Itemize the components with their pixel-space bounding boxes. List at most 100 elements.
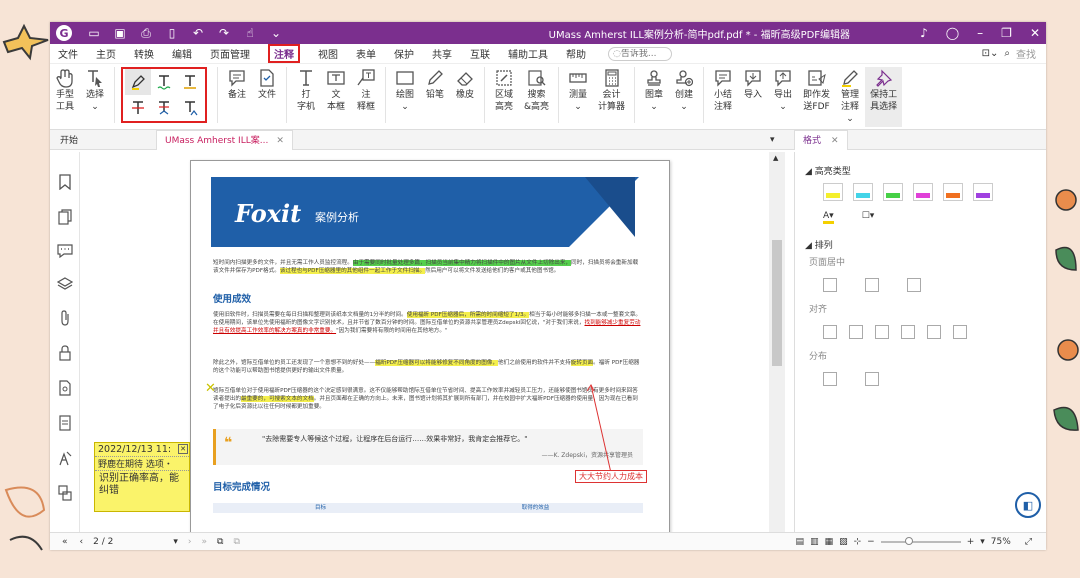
menu-edit[interactable]: 编辑	[172, 46, 192, 61]
align-top-icon[interactable]	[901, 325, 915, 339]
close-note-icon[interactable]: ✕	[178, 444, 188, 454]
tab-list-chevron-icon[interactable]: ▾	[770, 135, 775, 145]
orange-swatch[interactable]	[943, 183, 963, 201]
search-icon[interactable]: ⌕	[1004, 48, 1010, 59]
comments-panel-icon[interactable]	[56, 244, 73, 261]
close-button[interactable]: ✕	[1030, 26, 1040, 40]
menu-help[interactable]: 帮助	[566, 46, 586, 61]
bell-icon[interactable]: ♪	[920, 26, 928, 40]
menu-home[interactable]: 主页	[96, 46, 116, 61]
sticky-note-popup[interactable]: 2022/12/13 11: ✕ 野鹿在期待 选项・ 识别正确率高，能纠错	[94, 442, 190, 512]
find-label[interactable]: 查找	[1016, 46, 1036, 61]
menu-protect[interactable]: 保护	[394, 46, 414, 61]
scroll-up-icon[interactable]: ▲	[773, 154, 778, 162]
zoom-slider-knob[interactable]	[904, 536, 913, 545]
attachments-icon[interactable]	[58, 310, 72, 329]
destination-panel-icon[interactable]	[58, 450, 72, 469]
purple-swatch[interactable]	[973, 183, 993, 201]
measure-button[interactable]: 测量 ⌄	[563, 67, 593, 113]
tab-document[interactable]: UMass Amherst ILL案... ✕	[156, 129, 293, 150]
bookmark-icon[interactable]	[58, 174, 72, 193]
menu-accessibility[interactable]: 辅助工具	[508, 46, 548, 61]
yellow-highlight[interactable]: 旋转页面	[570, 360, 594, 366]
summarize-comments-button[interactable]: 小结 注释	[708, 67, 738, 113]
menu-file[interactable]: 文件	[58, 46, 78, 61]
continuous-facing-icon[interactable]: ▧	[839, 537, 848, 547]
export-comments-button[interactable]: 导出 ⌄	[768, 67, 798, 113]
insert-text-icon[interactable]	[177, 95, 203, 121]
area-highlight-button[interactable]: 区域 高亮	[489, 67, 519, 113]
fullscreen-icon[interactable]: ⤢	[1025, 537, 1032, 547]
menu-comment[interactable]: 注释	[268, 44, 300, 63]
import-comments-button[interactable]: 导入	[738, 67, 768, 101]
zoom-in-icon[interactable]: +	[967, 537, 975, 547]
section-collapse-icon[interactable]: ◢	[805, 241, 812, 251]
continuous-page-icon[interactable]: ▥	[810, 537, 819, 547]
menu-connect[interactable]: 互联	[470, 46, 490, 61]
prev-page-icon[interactable]: ‹	[80, 537, 84, 547]
note-button[interactable]: 备注	[222, 67, 252, 101]
squiggly-underline-icon[interactable]	[151, 69, 177, 95]
save-icon[interactable]: ▣	[112, 26, 128, 41]
underline-icon[interactable]	[177, 69, 203, 95]
strikeout-icon[interactable]	[125, 95, 151, 121]
yellow-highlight[interactable]: 最重要的，可搜索文本的文档	[240, 396, 314, 402]
minimize-button[interactable]: –	[977, 26, 983, 40]
new-file-icon[interactable]: ▯	[164, 26, 180, 41]
select-tool-button[interactable]: 选择 ⌄	[80, 67, 110, 113]
redo-icon[interactable]: ↷	[216, 26, 232, 41]
center-both-icon[interactable]	[907, 278, 921, 292]
hand-tool-button[interactable]: 手型 工具	[50, 67, 80, 113]
tell-me-input[interactable]	[620, 48, 669, 59]
zoom-dropdown-icon[interactable]: ▾	[980, 537, 985, 547]
copy-page-icon[interactable]: ⧉	[217, 537, 223, 547]
yellow-highlight[interactable]: 该过程也与PDF压缩器里的其他组件一起工作于文件扫描。	[279, 268, 425, 274]
border-color-picker[interactable]: ☐▾	[862, 211, 875, 224]
center-horizontal-icon[interactable]	[823, 278, 837, 292]
center-vertical-icon[interactable]	[865, 278, 879, 292]
user-icon[interactable]: ◯	[946, 26, 959, 40]
paste-page-icon[interactable]: ⧉	[233, 537, 239, 547]
menu-convert[interactable]: 转换	[134, 46, 154, 61]
fit-icon[interactable]: ⊹	[854, 537, 862, 547]
align-center-icon[interactable]	[849, 325, 863, 339]
chat-assistant-icon[interactable]: ◧	[1015, 492, 1041, 518]
vertical-scrollbar[interactable]: ▲	[769, 152, 785, 534]
green-swatch[interactable]	[883, 183, 903, 201]
replace-text-icon[interactable]	[151, 95, 177, 121]
align-left-icon[interactable]	[823, 325, 837, 339]
yellow-highlight[interactable]: 福昕PDF压缩器可以将能够修复不同角度的图像，	[375, 360, 499, 366]
typewriter-button[interactable]: 打 字机	[291, 67, 321, 113]
distribute-horizontal-icon[interactable]	[823, 372, 837, 386]
zoom-slider[interactable]	[880, 536, 961, 545]
callout-button[interactable]: 注 释框	[351, 67, 381, 113]
page-dropdown-icon[interactable]: ▾	[173, 537, 178, 547]
search-highlight-button[interactable]: 搜索 &高亮	[519, 67, 554, 113]
align-right-icon[interactable]	[875, 325, 889, 339]
customize-chevron-icon[interactable]: ⌄	[268, 26, 284, 41]
yellow-swatch[interactable]	[823, 183, 843, 201]
document-viewer[interactable]: Foxit 案例分析 短时间内扫描更多的文件，并且无需工作人员监控流程。由于需要…	[80, 152, 786, 534]
tab-format[interactable]: 格式 ✕	[794, 130, 848, 150]
facing-page-icon[interactable]: ▦	[825, 537, 834, 547]
find-options-icon[interactable]: ⊡⌄	[982, 48, 999, 59]
stamp-button[interactable]: 图章 ⌄	[639, 67, 669, 113]
send-fdf-button[interactable]: 即作发 送FDF	[798, 67, 835, 113]
menu-share[interactable]: 共享	[432, 46, 452, 61]
manage-comments-button[interactable]: 管理 注释 ⌄	[835, 67, 865, 125]
keep-tool-selected-button[interactable]: 保持工 具选择	[865, 67, 903, 127]
eraser-button[interactable]: 橡皮	[450, 67, 480, 101]
menu-view[interactable]: 视图	[318, 46, 338, 61]
magenta-swatch[interactable]	[913, 183, 933, 201]
create-stamp-button[interactable]: 创建 ⌄	[669, 67, 699, 113]
highlight-icon[interactable]	[125, 69, 151, 95]
menu-organize[interactable]: 页面管理	[210, 46, 250, 61]
pencil-button[interactable]: 铅笔	[420, 67, 450, 101]
align-middle-icon[interactable]	[927, 325, 941, 339]
close-panel-icon[interactable]: ✕	[831, 136, 839, 146]
align-bottom-icon[interactable]	[953, 325, 967, 339]
content-panel-icon[interactable]	[58, 415, 72, 434]
format-panel-icon[interactable]	[57, 485, 72, 504]
zoom-level[interactable]: 75%	[991, 537, 1011, 547]
textbox-button[interactable]: 文 本框	[321, 67, 351, 113]
